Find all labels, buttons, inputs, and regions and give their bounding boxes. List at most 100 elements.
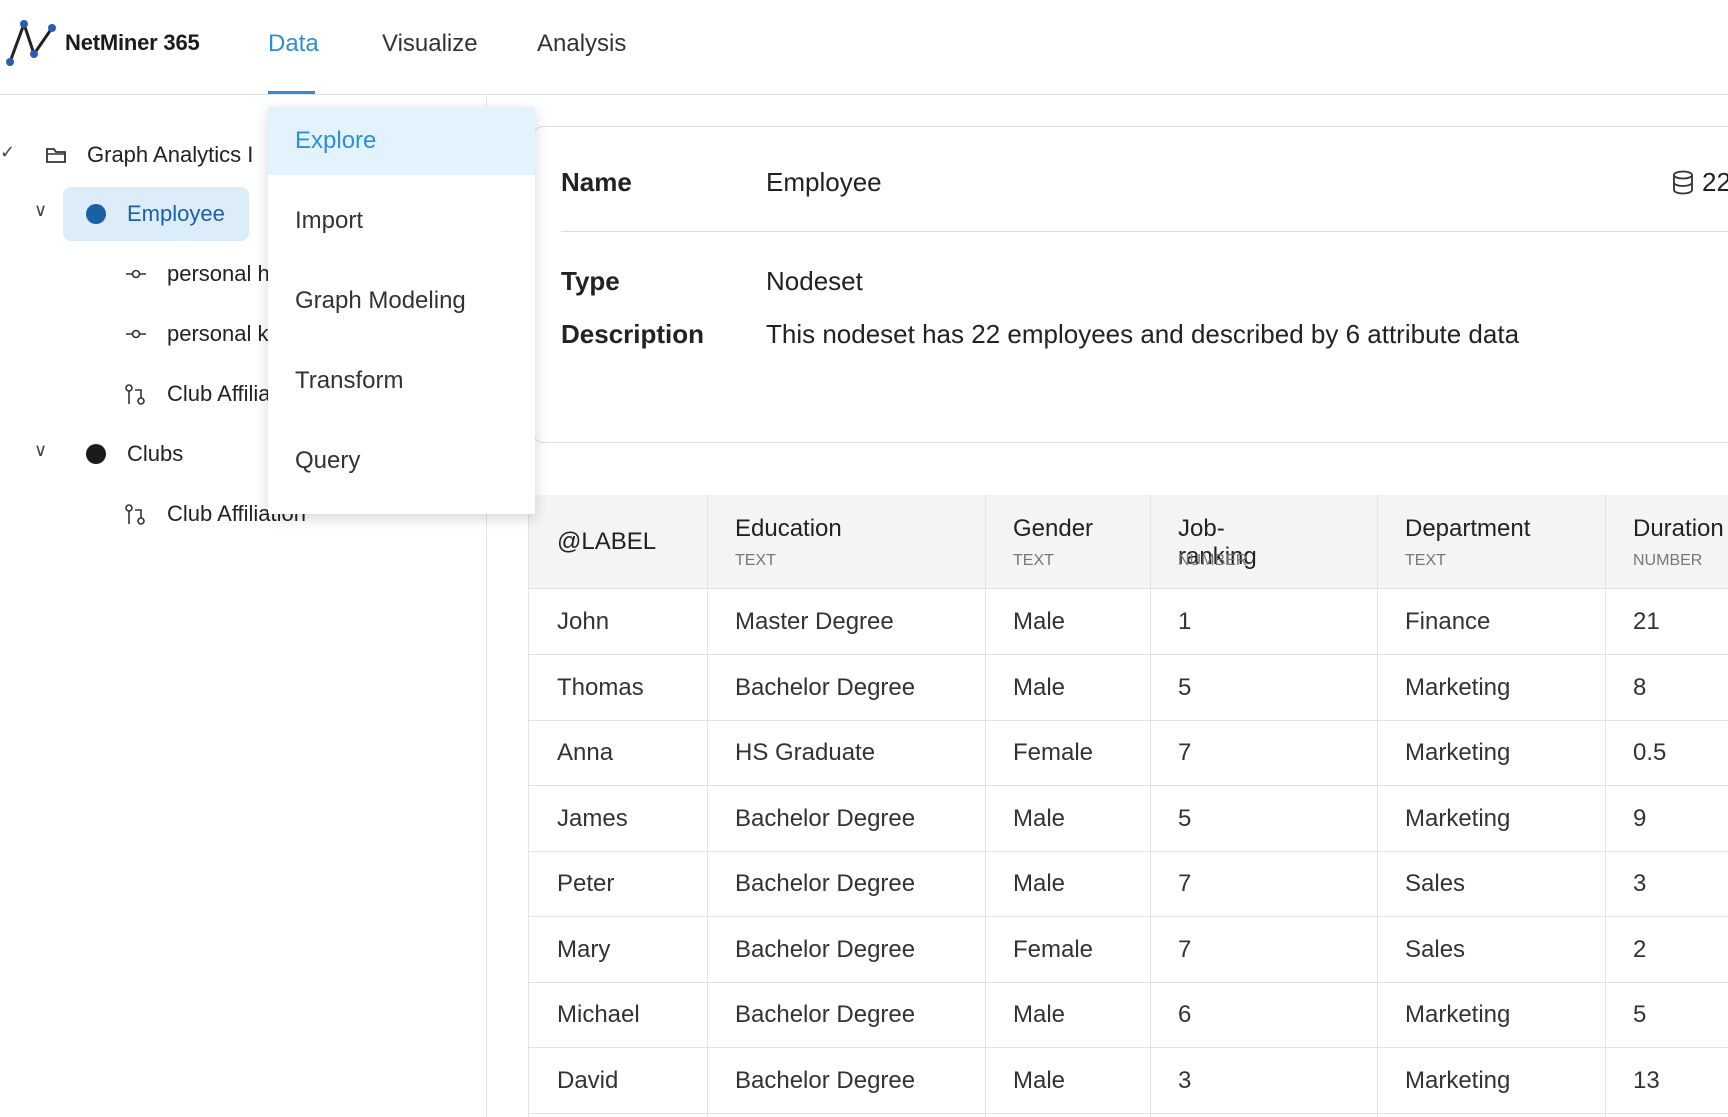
table-cell: Finance [1405,608,1491,635]
data-dropdown-menu: Explore Import Graph Modeling Transform … [268,107,535,514]
table-cell: Mary [557,935,611,963]
table-row[interactable]: David Bachelor Degree Male 3 Marketing 13 [529,1048,1728,1114]
bipartite-link-icon [125,384,145,405]
column-divider [1605,495,1606,1117]
table-cell: Male [1013,673,1066,701]
table-cell: Master Degree [735,608,894,635]
tab-visualize[interactable]: Visualize [382,30,478,58]
table-row[interactable]: Thomas Bachelor Degree Male 5 Marketing 8 [529,655,1728,721]
menu-item-import[interactable]: Import [268,187,535,255]
table-cell: Marketing [1405,673,1511,701]
type-label: Type [561,266,620,296]
chevron-down-icon[interactable]: ✓ [0,142,15,163]
table-cell: 0.5 [1633,739,1667,766]
tab-data[interactable]: Data [268,30,319,58]
table-cell: Marketing [1405,1066,1511,1094]
table-cell: 7 [1178,870,1192,897]
tree-item-employee[interactable]: ∨ Employee [0,194,260,234]
record-count-value: 22 [1702,167,1728,197]
description-label: Description [561,319,705,349]
table-cell: 3 [1633,870,1647,897]
menu-item-explore[interactable]: Explore [268,107,535,175]
table-cell: 5 [1633,1001,1647,1028]
table-row[interactable]: Anna HS Graduate Female 7 Marketing 0.5 [529,720,1728,786]
table-cell: 5 [1178,804,1192,832]
tab-analysis[interactable]: Analysis [537,30,626,58]
description-value: This nodeset has 22 employees and descri… [766,319,1520,349]
database-icon [1673,170,1693,194]
name-value: Employee [766,167,882,197]
table-row[interactable]: John Master Degree Male 1 Finance 21 [529,589,1728,655]
table-cell: 1 [1178,608,1192,635]
table-row[interactable]: Michael Bachelor Degree Male 6 Marketing 5 [529,982,1728,1048]
table-cell: Male [1013,608,1066,635]
tree-item-label: Employee [127,201,225,226]
table-cell: John [557,608,610,635]
column-divider [985,495,986,1117]
table-cell: 13 [1633,1066,1660,1094]
table-cell: Marketing [1405,804,1511,832]
table-cell: 7 [1178,935,1192,963]
column-divider [1150,495,1151,1117]
table-cell: Male [1013,1066,1066,1094]
table-cell: Bachelor Degree [735,1001,916,1028]
table-cell: David [557,1066,619,1094]
node-dot-icon [86,204,106,224]
table-row[interactable]: Mary Bachelor Degree Female 7 Sales 2 [529,917,1728,983]
table-cell: Peter [557,870,615,897]
table-cell: James [557,804,628,832]
menu-item-graph-modeling[interactable]: Graph Modeling [268,267,535,335]
table-cell: Sales [1405,870,1466,897]
tree-item-label: Club Affilia [167,381,271,406]
tree-project-label: Graph Analytics I [87,142,254,167]
menu-item-query[interactable]: Query [268,427,535,495]
table-cell: Marketing [1405,739,1511,766]
netminer-logo-icon [6,19,56,66]
table-cell: Thomas [557,673,644,701]
table-cell: Male [1013,870,1066,897]
link-icon [126,329,146,339]
table-cell: Bachelor Degree [735,804,916,832]
tree-item-label: personal k [167,321,269,346]
table-row[interactable]: Peter Bachelor Degree Male 7 Sales 3 [529,851,1728,917]
card-divider [561,231,1728,232]
name-label: Name [561,167,632,197]
top-bar: NetMiner 365 Data Visualize Analysis [0,0,1728,95]
table-cell: 9 [1633,804,1647,832]
table-cell: 6 [1178,1001,1192,1028]
table-row[interactable]: James Bachelor Degree Male 5 Marketing 9 [529,786,1728,852]
table-cell: Michael [557,1001,640,1028]
chevron-down-icon[interactable]: ∨ [34,440,47,461]
table-cell: 7 [1178,739,1192,766]
table-cell: Anna [557,739,614,766]
table-cell: Bachelor Degree [735,673,916,701]
table-cell: 21 [1633,608,1660,635]
menu-item-transform[interactable]: Transform [268,347,535,415]
folder-icon [46,148,66,163]
table-header: @LABEL Education TEXT Gender TEXT Job-ra… [529,495,1728,589]
main-nav: Data Visualize Analysis [235,0,652,95]
chevron-down-icon[interactable]: ∨ [34,200,47,221]
tree-item-label: personal h [167,261,270,286]
bipartite-link-icon [125,504,145,525]
table-cell: Sales [1405,935,1466,963]
nodeset-info-card: Name Employee 22 Type Nodeset Descriptio… [533,126,1728,443]
node-dot-icon [86,444,106,464]
table-cell: Female [1013,739,1094,766]
table-cell: Female [1013,935,1094,963]
table-cell: 5 [1178,673,1192,701]
table-cell: Bachelor Degree [735,935,916,963]
table-cell: Bachelor Degree [735,870,916,897]
link-icon [126,269,146,279]
table-cell: Male [1013,1001,1066,1028]
column-divider [1377,495,1378,1117]
table-cell: Male [1013,804,1066,832]
table-cell: 2 [1633,935,1647,963]
table-cell: Bachelor Degree [735,1066,916,1094]
table-cell: HS Graduate [735,739,876,766]
column-divider [707,495,708,1117]
brand-name: NetMiner 365 [65,30,200,55]
record-count: 22 [1672,167,1728,198]
type-value: Nodeset [766,266,863,296]
tree-item-label: Clubs [127,441,184,466]
